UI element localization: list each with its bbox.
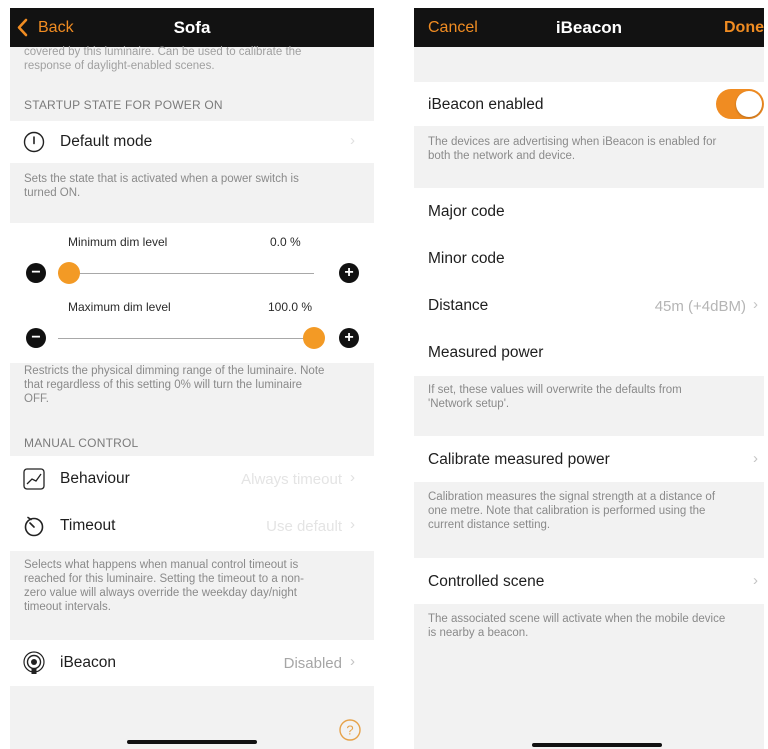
- min-dim-slider-track[interactable]: [58, 273, 314, 274]
- chevron-right-icon: ›: [753, 450, 758, 467]
- decrease-min-dim-button[interactable]: −: [26, 263, 46, 283]
- minus-icon: −: [31, 264, 41, 281]
- timeout-label: Timeout: [60, 517, 116, 534]
- ibeacon-settings-screen: Cancel iBeacon Done iBeacon enabled The …: [414, 8, 764, 749]
- increase-min-dim-button[interactable]: +: [339, 263, 359, 283]
- help-icon[interactable]: ?: [339, 719, 361, 741]
- dim-note: Restricts the physical dimming range of …: [24, 365, 325, 405]
- calibration-note: covered by this luminaire. Can be used t…: [24, 46, 302, 72]
- chevron-right-icon: ›: [753, 572, 758, 589]
- calibrate-note: Calibration measures the signal strength…: [428, 491, 716, 531]
- minus-icon: −: [31, 329, 41, 346]
- max-dim-slider-thumb[interactable]: [303, 327, 325, 349]
- distance-value: 45m (+4dBM): [654, 298, 746, 315]
- max-dim-value: 100.0 %: [268, 300, 313, 314]
- measured-power-label: Measured power: [428, 344, 544, 361]
- distance-label: Distance: [428, 297, 489, 314]
- controlled-scene-label: Controlled scene: [428, 573, 545, 590]
- manual-control-note: Selects what happens when manual control…: [24, 559, 304, 613]
- calibrate-label: Calibrate measured power: [428, 451, 610, 468]
- max-dim-slider-track[interactable]: [58, 338, 314, 339]
- ibeacon-label: iBeacon: [60, 654, 117, 671]
- section-header-manual-control: MANUAL CONTROL: [24, 436, 139, 450]
- min-dim-label: Minimum dim level: [68, 235, 168, 249]
- timeout-row[interactable]: Timeout Use default ›: [10, 503, 374, 550]
- minor-code-row[interactable]: Minor code: [414, 235, 764, 282]
- ibeacon-enabled-label: iBeacon enabled: [428, 96, 544, 113]
- ibeacon-enabled-note: The devices are advertising when iBeacon…: [428, 136, 717, 162]
- major-code-label: Major code: [428, 203, 505, 220]
- done-button[interactable]: Done: [724, 8, 764, 47]
- power-icon: [23, 131, 45, 153]
- behaviour-icon: [23, 468, 45, 490]
- chevron-right-icon: ›: [350, 516, 355, 533]
- timeout-value: Use default: [266, 518, 342, 535]
- calibrate-row[interactable]: Calibrate measured power ›: [414, 436, 764, 482]
- measured-power-row[interactable]: Measured power: [414, 329, 764, 376]
- navigation-bar: Cancel iBeacon Done: [414, 8, 764, 47]
- navigation-bar: Back Sofa: [10, 8, 374, 47]
- distance-row[interactable]: Distance 45m (+4dBM) ›: [414, 282, 764, 329]
- ibeacon-enabled-row: iBeacon enabled: [414, 82, 764, 126]
- home-indicator: [127, 740, 257, 744]
- ibeacon-value: Disabled: [283, 655, 342, 672]
- max-dim-label: Maximum dim level: [68, 300, 171, 314]
- behaviour-label: Behaviour: [60, 470, 130, 487]
- default-mode-label: Default mode: [60, 133, 153, 150]
- major-code-row[interactable]: Major code: [414, 188, 764, 235]
- chevron-right-icon: ›: [350, 132, 355, 149]
- increase-max-dim-button[interactable]: +: [339, 328, 359, 348]
- svg-text:?: ?: [346, 723, 353, 738]
- page-title: iBeacon: [555, 18, 623, 37]
- chevron-right-icon: ›: [350, 653, 355, 670]
- page-title: Sofa: [173, 18, 211, 37]
- section-header-startup: STARTUP STATE FOR POWER ON: [24, 98, 223, 112]
- min-dim-value: 0.0 %: [270, 235, 301, 249]
- behaviour-value: Always timeout: [241, 471, 342, 488]
- broadcast-icon: [22, 651, 46, 675]
- toggle-knob: [736, 91, 762, 117]
- behaviour-row[interactable]: Behaviour Always timeout ›: [10, 456, 374, 503]
- codes-group: Major code Minor code Distance 45m (+4dB…: [414, 188, 764, 376]
- sofa-settings-screen: Back Sofa covered by this luminaire. Can…: [10, 8, 374, 749]
- manual-control-group: Behaviour Always timeout › Timeout Use d…: [10, 456, 374, 551]
- minor-code-label: Minor code: [428, 250, 505, 267]
- decrease-max-dim-button[interactable]: −: [26, 328, 46, 348]
- default-mode-row[interactable]: Default mode ›: [10, 121, 374, 163]
- home-indicator: [532, 743, 662, 747]
- controlled-scene-note: The associated scene will activate when …: [428, 613, 726, 639]
- plus-icon: +: [344, 329, 354, 346]
- plus-icon: +: [344, 264, 354, 281]
- dim-level-card: Minimum dim level 0.0 % − + Maximum dim …: [10, 223, 374, 363]
- startup-note: Sets the state that is activated when a …: [24, 173, 299, 199]
- chevron-right-icon: ›: [753, 296, 758, 313]
- ibeacon-row[interactable]: iBeacon Disabled ›: [10, 640, 374, 686]
- chevron-right-icon: ›: [350, 469, 355, 486]
- min-dim-slider-thumb[interactable]: [58, 262, 80, 284]
- timer-icon: [23, 515, 45, 537]
- ibeacon-enabled-toggle[interactable]: [716, 89, 764, 119]
- codes-note: If set, these values will overwrite the …: [428, 384, 682, 410]
- controlled-scene-row[interactable]: Controlled scene ›: [414, 558, 764, 604]
